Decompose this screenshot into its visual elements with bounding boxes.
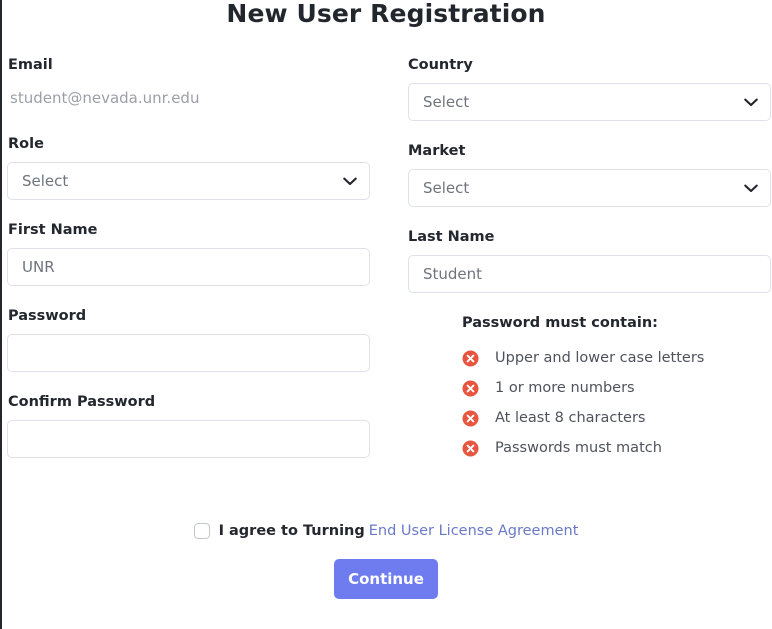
first-name-input[interactable]	[7, 248, 370, 286]
password-rule-text: At least 8 characters	[495, 409, 646, 426]
country-select-value[interactable]: Select	[408, 83, 771, 121]
password-rule-item: Passwords must match	[462, 433, 771, 463]
agreement-label: I agree to Turning	[218, 523, 365, 539]
password-rule-item: 1 or more numbers	[462, 373, 771, 403]
error-circle-x-icon	[462, 380, 479, 397]
agreement-checkbox[interactable]	[193, 523, 210, 539]
password-rule-text: Passwords must match	[495, 439, 662, 456]
password-requirements: Password must contain: Upper and lower c…	[400, 315, 771, 463]
password-requirements-title: Password must contain:	[462, 315, 658, 331]
confirm-password-input[interactable]	[7, 420, 370, 458]
registration-form: Email student@nevada.unr.edu Role Select…	[7, 57, 771, 485]
email-value: student@nevada.unr.edu	[10, 89, 200, 107]
role-select-value[interactable]: Select	[7, 162, 370, 200]
password-rule-item: At least 8 characters	[462, 403, 771, 433]
email-label: Email	[8, 57, 53, 73]
market-field-group: Market Select	[400, 143, 771, 207]
error-circle-x-icon	[462, 440, 479, 457]
confirm-password-label: Confirm Password	[8, 394, 156, 410]
last-name-input[interactable]	[408, 255, 771, 293]
country-field-group: Country Select	[400, 57, 771, 121]
form-column-left: Email student@nevada.unr.edu Role Select…	[7, 57, 400, 485]
password-rule-text: Upper and lower case letters	[495, 349, 705, 366]
agreement-row: I agree to Turning End User License Agre…	[7, 523, 765, 539]
continue-button[interactable]: Continue	[334, 559, 438, 599]
email-field-group: Email student@nevada.unr.edu	[7, 57, 400, 114]
market-select[interactable]: Select	[408, 169, 771, 207]
country-label: Country	[408, 57, 473, 73]
market-select-value[interactable]: Select	[408, 169, 771, 207]
registration-page: New User Registration Email student@neva…	[0, 0, 772, 629]
first-name-label: First Name	[8, 222, 98, 238]
error-circle-x-icon	[462, 410, 479, 427]
password-requirements-list: Upper and lower case letters 1 or more n…	[400, 343, 771, 463]
confirm-password-field-group: Confirm Password	[7, 394, 400, 458]
last-name-field-group: Last Name	[400, 229, 771, 293]
role-select[interactable]: Select	[7, 162, 370, 200]
password-label: Password	[8, 308, 87, 324]
role-field-group: Role Select	[7, 136, 400, 200]
password-field-group: Password	[7, 308, 400, 372]
password-rule-item: Upper and lower case letters	[462, 343, 771, 373]
error-circle-x-icon	[462, 350, 479, 367]
submit-row: Continue	[7, 559, 765, 599]
password-rule-text: 1 or more numbers	[495, 379, 635, 396]
role-label: Role	[8, 136, 44, 152]
last-name-label: Last Name	[408, 229, 495, 245]
country-select[interactable]: Select	[408, 83, 771, 121]
eula-link[interactable]: End User License Agreement	[369, 523, 579, 539]
market-label: Market	[408, 143, 466, 159]
first-name-field-group: First Name	[7, 222, 400, 286]
password-input[interactable]	[7, 334, 370, 372]
form-column-right: Country Select Market Select Last Name S…	[400, 57, 771, 485]
page-title: New User Registration	[226, 0, 546, 27]
